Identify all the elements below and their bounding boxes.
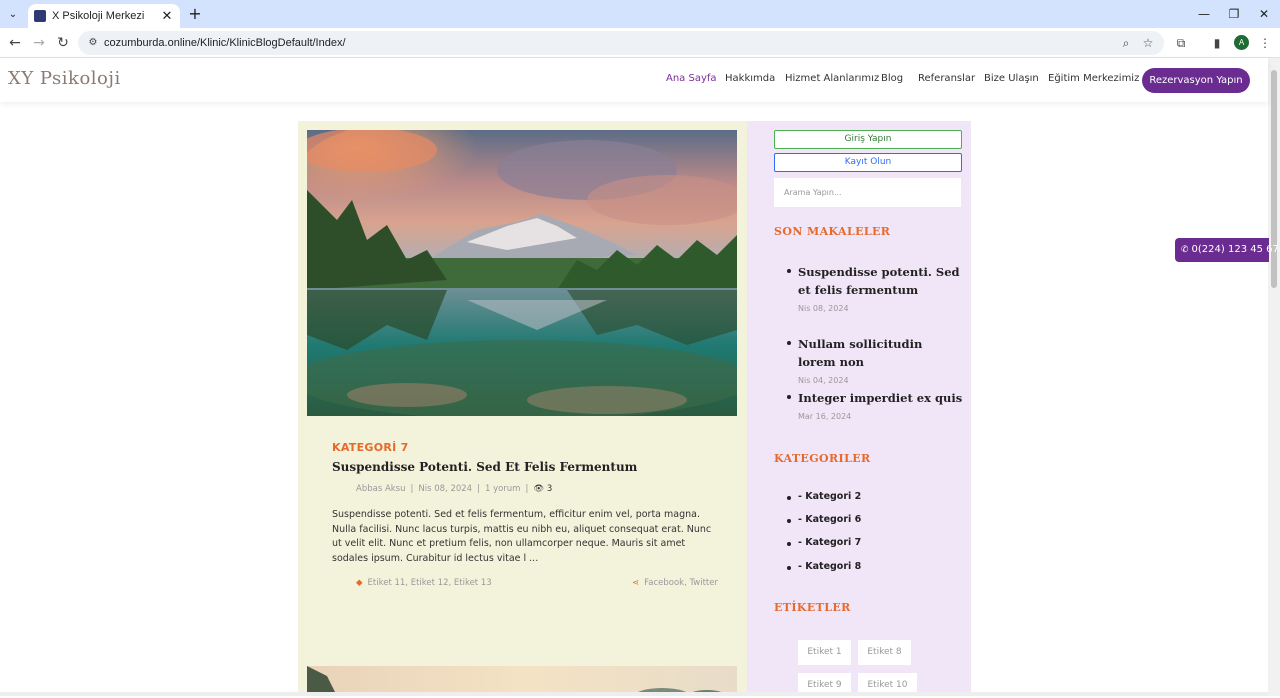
- nav-contact[interactable]: Bize Ulaşın: [984, 73, 1039, 84]
- recent-article-item[interactable]: Nullam sollicitudin lorem non Nis 04, 20…: [787, 335, 963, 385]
- minimize-icon[interactable]: —: [1190, 4, 1218, 24]
- reload-icon[interactable]: ↻: [54, 34, 72, 52]
- list-bullet: [787, 395, 791, 399]
- recent-article-date: Nis 08, 2024: [798, 304, 849, 313]
- post-share-links[interactable]: Facebook, Twitter: [644, 578, 718, 588]
- categories-heading: KATEGORILER: [774, 452, 871, 465]
- sidebar: Giriş Yapın Kayıt Olun SON MAKALELER Sus…: [747, 121, 971, 698]
- tab-search-chevron-icon[interactable]: ⌄: [4, 5, 22, 23]
- list-bullet: [787, 341, 791, 345]
- browser-menu-icon[interactable]: ⋮: [1256, 34, 1274, 52]
- extensions-puzzle-icon[interactable]: ⧉: [1172, 34, 1190, 52]
- tags-heading: ETİKETLER: [774, 601, 851, 614]
- list-bullet: [787, 496, 791, 500]
- tags-icon: ◆: [356, 578, 363, 588]
- category-label[interactable]: - Kategori 2: [798, 491, 861, 502]
- post-excerpt: Suspendisse potenti. Sed et felis fermen…: [332, 509, 712, 564]
- address-bar[interactable]: ⚙ cozumburda.online/Klinic/KlinicBlogDef…: [78, 31, 1164, 55]
- list-bullet: [787, 566, 791, 570]
- back-arrow-icon[interactable]: ←: [6, 34, 24, 52]
- window-close-icon[interactable]: ✕: [1250, 4, 1278, 24]
- profile-avatar[interactable]: A: [1234, 35, 1249, 50]
- phone-badge[interactable]: ✆ 0(224) 123 45 67: [1175, 238, 1279, 262]
- browser-tab[interactable]: X Psikoloji Merkezi ✕: [28, 4, 180, 28]
- recent-article-title[interactable]: Integer imperdiet ex quis: [798, 389, 963, 407]
- category-link[interactable]: - Kategori 8: [787, 561, 861, 572]
- tag-chip[interactable]: Etiket 8: [858, 640, 911, 665]
- post-author[interactable]: Abbas Aksu: [356, 484, 406, 494]
- browser-tab-strip: ⌄ X Psikoloji Merkezi ✕ + — ❐ ✕: [0, 0, 1280, 28]
- post-tags[interactable]: Etiket 11, Etiket 12, Etiket 13: [368, 578, 492, 588]
- list-bullet: [787, 519, 791, 523]
- category-label[interactable]: - Kategori 6: [798, 514, 861, 525]
- category-link[interactable]: - Kategori 2: [787, 491, 861, 502]
- post-views: 3: [546, 484, 553, 494]
- share-icon: ⋖: [632, 578, 640, 588]
- recent-article-item[interactable]: Suspendisse potenti. Sed et felis fermen…: [787, 263, 963, 313]
- post-meta: Abbas Aksu | Nis 08, 2024 | 1 yorum | 👁 3: [356, 484, 553, 494]
- site-favicon-icon: [34, 10, 46, 22]
- phone-number: 0(224) 123 45 67: [1191, 244, 1279, 255]
- tag-chip[interactable]: Etiket 1: [798, 640, 851, 665]
- nav-education[interactable]: Eğitim Merkezimiz: [1048, 73, 1139, 84]
- site-info-icon[interactable]: ⚙: [86, 36, 100, 50]
- post-footer: ◆ Etiket 11, Etiket 12, Etiket 13 ⋖ Facebo…: [332, 578, 718, 592]
- nav-blog[interactable]: Blog: [881, 73, 903, 84]
- browser-toolbar: ← → ↻ ⚙ cozumburda.online/Klinic/KlinicB…: [0, 28, 1280, 58]
- nav-about[interactable]: Hakkımda: [725, 73, 775, 84]
- forward-arrow-icon[interactable]: →: [30, 34, 48, 52]
- reservation-button[interactable]: Rezervasyon Yapın: [1142, 68, 1250, 93]
- category-link[interactable]: - Kategori 7: [787, 537, 861, 548]
- nav-home[interactable]: Ana Sayfa: [666, 73, 717, 84]
- post-title[interactable]: Suspendisse Potenti. Sed Et Felis Fermen…: [332, 460, 718, 474]
- eye-icon: 👁: [533, 484, 545, 494]
- site-header: XY Psikoloji Ana Sayfa Hakkımda Hizmet A…: [0, 58, 1268, 102]
- login-button[interactable]: Giriş Yapın: [774, 130, 962, 149]
- phone-icon: ✆: [1181, 245, 1189, 255]
- bottom-strip: [0, 692, 1268, 696]
- side-panel-icon[interactable]: ▮: [1208, 34, 1226, 52]
- recent-articles-heading: SON MAKALELER: [774, 225, 891, 238]
- post-category[interactable]: KATEGORİ 7: [332, 441, 718, 454]
- post-body: KATEGORİ 7 Suspendisse Potenti. Sed Et F…: [332, 441, 718, 592]
- tab-title: X Psikoloji Merkezi: [52, 10, 145, 22]
- recent-article-title[interactable]: Suspendisse potenti. Sed et felis fermen…: [798, 263, 963, 299]
- category-label[interactable]: - Kategori 8: [798, 561, 861, 572]
- category-link[interactable]: - Kategori 6: [787, 514, 861, 525]
- list-bullet: [787, 542, 791, 546]
- list-bullet: [787, 269, 791, 273]
- recent-article-date: Nis 04, 2024: [798, 376, 849, 385]
- register-button[interactable]: Kayıt Olun: [774, 153, 962, 172]
- recent-article-title[interactable]: Nullam sollicitudin lorem non: [798, 335, 963, 371]
- url-text[interactable]: cozumburda.online/Klinic/KlinicBlogDefau…: [104, 35, 346, 51]
- post-comments[interactable]: 1 yorum: [485, 484, 521, 494]
- post-hero-image[interactable]: [307, 130, 737, 416]
- tab-close-icon[interactable]: ✕: [160, 9, 174, 24]
- post-date: Nis 08, 2024: [418, 484, 473, 494]
- zoom-icon[interactable]: ⌕: [1118, 35, 1134, 51]
- page-scrollbar[interactable]: [1268, 58, 1280, 696]
- recent-article-item[interactable]: Integer imperdiet ex quis Mar 16, 2024: [787, 389, 963, 421]
- search-input[interactable]: [774, 178, 961, 207]
- nav-references[interactable]: Referanslar: [918, 73, 975, 84]
- restore-icon[interactable]: ❐: [1220, 4, 1248, 24]
- new-tab-plus-icon[interactable]: +: [186, 5, 204, 23]
- category-label[interactable]: - Kategori 7: [798, 537, 861, 548]
- site-logo[interactable]: XY Psikoloji: [8, 68, 121, 89]
- bookmark-star-icon[interactable]: ☆: [1140, 35, 1156, 51]
- blog-post-card: KATEGORİ 7 Suspendisse Potenti. Sed Et F…: [298, 121, 747, 696]
- recent-article-date: Mar 16, 2024: [798, 412, 852, 421]
- nav-services[interactable]: Hizmet Alanlarımız: [785, 73, 879, 84]
